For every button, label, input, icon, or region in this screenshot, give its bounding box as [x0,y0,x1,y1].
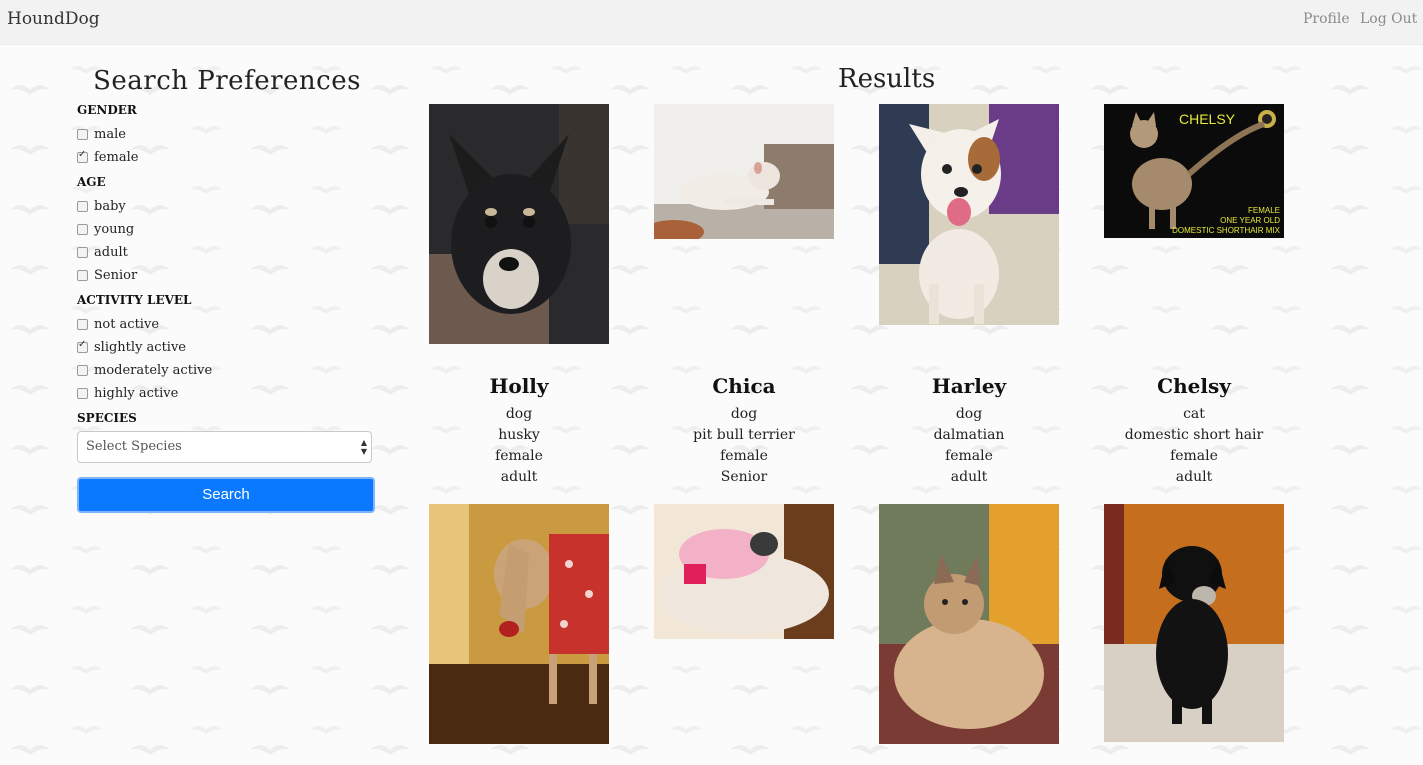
search-button[interactable]: Search [77,477,375,513]
pet-photo-chelsy[interactable]: CHELSY FEMALE ONE YEAR OLD DOMESTIC SHOR… [1104,104,1284,238]
navbar: HoundDog Profile Log Out [0,0,1423,45]
pet-card-chelsy: Chelsy cat domestic short hair female ad… [1084,374,1304,488]
species-label: SPECIES [77,411,137,425]
pet-breed: husky [498,427,540,443]
pet-photo-row2-4[interactable] [1104,504,1284,742]
species-select-value: Select Species [86,439,182,454]
pet-breed: domestic short hair [1124,427,1264,443]
pet-photo-holly[interactable] [429,104,609,344]
option-label: not active [94,317,160,332]
activity-option-slightly-active[interactable]: slightly active [77,336,377,359]
search-preferences-panel: Search Preferences GENDER male female AG… [77,66,377,513]
chelsy-photo-gender: FEMALE [1248,206,1280,215]
pet-age: Senior [720,469,768,485]
pet-card-harley: Harley dog dalmatian female adult [859,374,1079,488]
pet-age: adult [950,469,988,485]
pet-species: cat [1183,406,1205,422]
highly-active-checkbox[interactable] [77,388,88,399]
pet-gender: female [495,448,543,464]
pet-photo-chica[interactable] [654,104,834,239]
pet-species: dog [955,406,983,422]
pet-breed: dalmatian [933,427,1005,443]
chelsy-photo-title: CHELSY [1179,111,1236,127]
female-checkbox[interactable] [77,149,88,163]
age-label: AGE [77,175,106,189]
profile-link[interactable]: Profile [1303,11,1350,27]
baby-checkbox[interactable] [77,201,88,212]
pet-name[interactable]: Holly [409,374,629,398]
option-label: adult [94,245,128,260]
brand-logo[interactable]: HoundDog [7,9,100,29]
option-label: young [94,222,135,237]
logout-link[interactable]: Log Out [1360,11,1417,27]
pet-photo-row2-3[interactable] [879,504,1059,744]
moderately-active-checkbox[interactable] [77,365,88,376]
pet-breed: pit bull terrier [693,427,795,443]
results-title: Results [838,64,936,94]
option-label: male [94,127,126,142]
age-option-adult[interactable]: adult [77,241,377,264]
pet-name[interactable]: Chelsy [1084,374,1304,398]
activity-level-label: ACTIVITY LEVEL [77,293,192,307]
species-select[interactable]: Select Species ▲ ▼ [77,431,372,463]
pet-species: dog [505,406,533,422]
not-active-checkbox[interactable] [77,319,88,330]
young-checkbox[interactable] [77,224,88,235]
option-label: female [94,150,139,165]
gender-label: GENDER [77,103,137,117]
activity-option-moderately-active[interactable]: moderately active [77,359,377,382]
age-option-senior[interactable]: Senior [77,264,377,287]
adult-checkbox[interactable] [77,247,88,258]
pet-age: adult [500,469,538,485]
slightly-active-checkbox[interactable] [77,339,88,353]
pet-age: adult [1175,469,1213,485]
pet-gender: female [720,448,768,464]
pet-name[interactable]: Chica [634,374,854,398]
gender-option-female[interactable]: female [77,146,377,169]
senior-checkbox[interactable] [77,270,88,281]
age-option-young[interactable]: young [77,218,377,241]
option-label: moderately active [94,363,213,378]
option-label: highly active [94,386,179,401]
pet-photo-harley[interactable] [879,104,1059,325]
pet-name[interactable]: Harley [859,374,1079,398]
chelsy-photo-age: ONE YEAR OLD [1220,216,1280,225]
chelsy-photo-breed: DOMESTIC SHORTHAIR MIX [1172,226,1281,235]
pet-photo-row2-1[interactable] [429,504,609,744]
pet-gender: female [945,448,993,464]
option-label: Senior [94,268,138,283]
activity-option-not-active[interactable]: not active [77,313,377,336]
option-label: baby [94,199,126,214]
search-preferences-title: Search Preferences [93,66,361,96]
pet-photo-row2-2[interactable] [654,504,834,639]
age-option-baby[interactable]: baby [77,195,377,218]
activity-option-highly-active[interactable]: highly active [77,382,377,405]
gender-option-male[interactable]: male [77,123,377,146]
pet-card-chica: Chica dog pit bull terrier female Senior [634,374,854,488]
male-checkbox[interactable] [77,129,88,140]
option-label: slightly active [94,340,186,355]
pet-card-holly: Holly dog husky female adult [409,374,629,488]
pet-gender: female [1170,448,1218,464]
select-arrows-icon: ▲ ▼ [360,438,367,456]
pet-species: dog [730,406,758,422]
